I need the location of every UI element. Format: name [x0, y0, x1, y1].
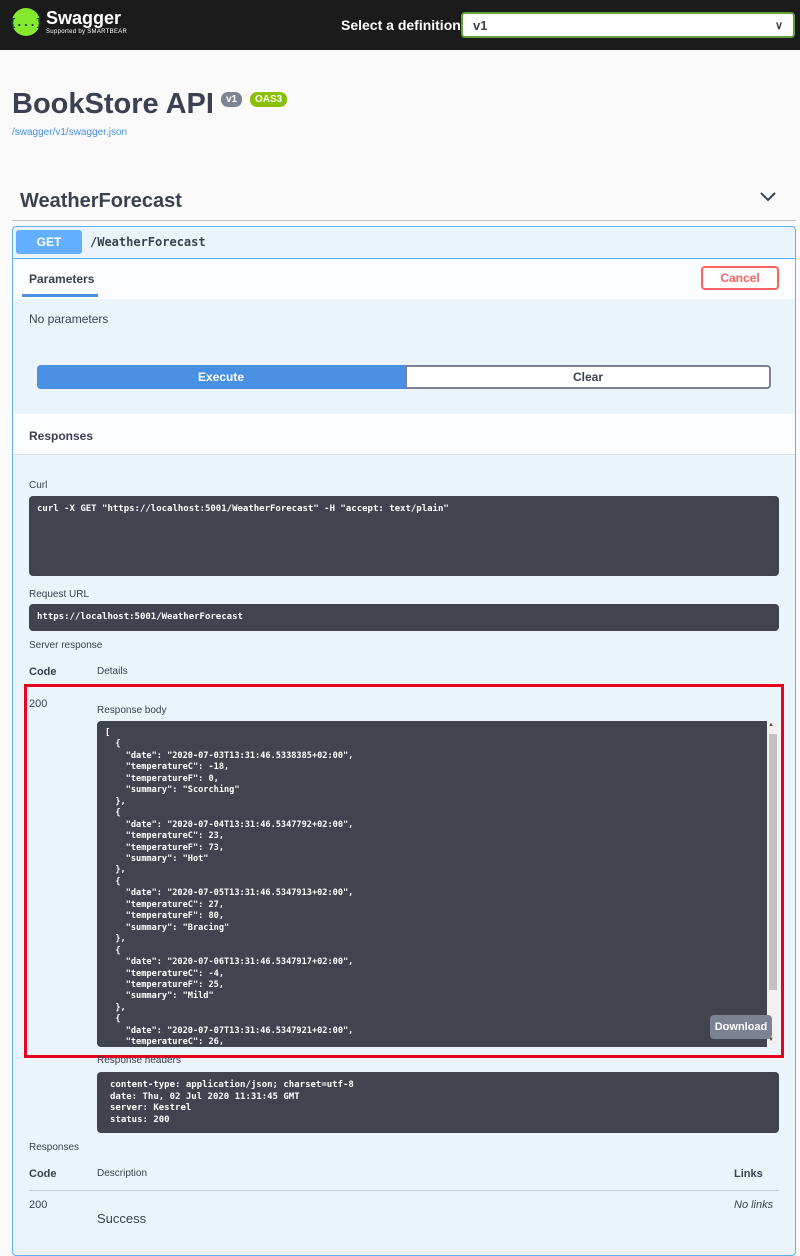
curl-label: Curl	[29, 480, 48, 491]
chevron-down-icon[interactable]	[758, 186, 778, 206]
response-headers-label: Response headers	[97, 1055, 181, 1066]
doc-description-header: Description	[97, 1168, 148, 1179]
responses-divider	[29, 1190, 779, 1191]
tab-parameters[interactable]: Parameters	[29, 272, 94, 286]
spec-url-link[interactable]: /swagger/v1/swagger.json	[12, 127, 127, 138]
tab-underline	[22, 294, 98, 297]
tag-title[interactable]: WeatherForecast	[20, 190, 182, 213]
responses-header	[13, 414, 795, 455]
clear-button[interactable]: Clear	[405, 365, 771, 389]
definition-select[interactable]: v1 ∨	[461, 12, 795, 38]
code-column-header: Code	[29, 666, 57, 678]
no-parameters-text: No parameters	[29, 312, 109, 326]
parameters-header	[13, 259, 795, 299]
operation-path[interactable]: /WeatherForecast	[90, 235, 206, 249]
method-badge[interactable]: GET	[16, 230, 82, 254]
server-response-label: Server response	[29, 640, 103, 651]
version-badge: v1	[221, 92, 243, 107]
chevron-down-icon: ∨	[774, 20, 783, 32]
response-headers-box[interactable]: content-type: application/json; charset=…	[97, 1072, 779, 1133]
definition-label: Select a definition	[341, 17, 461, 33]
doc-response-code: 200	[29, 1199, 48, 1211]
request-url-box[interactable]: https://localhost:5001/WeatherForecast	[29, 604, 779, 631]
doc-links-header: Links	[734, 1168, 763, 1180]
api-title: BookStore API	[12, 88, 214, 120]
details-column-header: Details	[97, 666, 128, 677]
definition-value: v1	[473, 18, 488, 33]
logo-text: Swagger Supported by SMARTBEAR	[46, 8, 127, 36]
logo-name: Swagger	[46, 8, 122, 28]
documented-responses-title: Responses	[29, 1142, 80, 1153]
swagger-logo[interactable]: {...} Swagger Supported by SMARTBEAR	[9, 8, 127, 36]
doc-code-header: Code	[29, 1168, 57, 1180]
highlight-box	[24, 684, 784, 1058]
doc-response-description: Success	[97, 1211, 147, 1226]
tag-divider	[12, 220, 796, 221]
execute-button[interactable]: Execute	[37, 365, 405, 389]
responses-title: Responses	[29, 429, 94, 443]
doc-response-links: No links	[734, 1199, 774, 1211]
logo-tagline: Supported by SMARTBEAR	[46, 29, 128, 35]
curl-code-box[interactable]: curl -X GET "https://localhost:5001/Weat…	[29, 496, 779, 576]
oas-badge: OAS3	[250, 92, 288, 107]
request-url-label: Request URL	[29, 589, 90, 600]
swagger-logo-icon: {...}	[9, 8, 43, 36]
cancel-button[interactable]: Cancel	[701, 266, 779, 290]
